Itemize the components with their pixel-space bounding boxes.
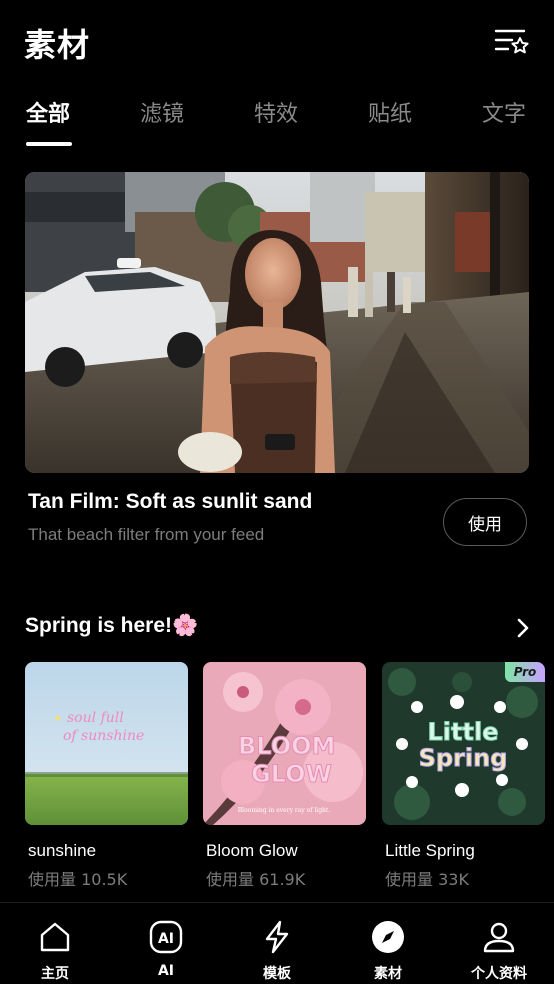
svg-text:AI: AI — [158, 931, 174, 947]
card-sunshine[interactable]: soul full of sunshine ✦ — [25, 662, 188, 825]
nav-label: 主页 — [41, 966, 69, 982]
tab-all[interactable]: 全部 — [26, 96, 70, 128]
card-thumbnail: Little Spring — [382, 662, 545, 825]
card-thumbnail: BLOOM GLOW Blooming in every ray of ligh… — [203, 662, 366, 825]
active-tab-indicator — [26, 142, 72, 146]
nav-label: 个人资料 — [471, 966, 527, 982]
card-art-caption: Blooming in every ray of light. — [238, 807, 331, 814]
card-name: Little Spring — [385, 841, 475, 860]
nav-templates[interactable]: 模板 — [222, 903, 332, 984]
list-star-icon — [494, 29, 529, 54]
card-art-text-1: soul full — [67, 710, 124, 726]
card-art-text-2: of sunshine — [63, 728, 144, 744]
featured-title: Tan Film: Soft as sunlit sand — [28, 490, 313, 513]
nav-home[interactable]: 主页 — [0, 903, 110, 984]
bottom-nav: 主页 AI AI 模板 素材 个人资料 — [0, 903, 554, 984]
lightning-icon — [265, 920, 289, 954]
card-art-text-1: Little — [428, 718, 499, 746]
card-name: sunshine — [28, 841, 97, 860]
chevron-right-icon — [517, 618, 529, 638]
card-art-text-2: GLOW — [251, 760, 332, 788]
section-more-button[interactable] — [512, 617, 534, 639]
nav-label: AI — [157, 963, 175, 979]
use-button[interactable]: 使用 — [443, 498, 527, 546]
card-usage: 使用量 10.5K — [28, 870, 128, 889]
nav-materials[interactable]: 素材 — [333, 903, 443, 984]
nav-profile[interactable]: 个人资料 — [444, 903, 554, 984]
card-art-text-1: BLOOM — [238, 732, 335, 760]
card-usage: 使用量 33K — [385, 870, 469, 889]
favorites-list-button[interactable] — [494, 26, 530, 58]
svg-text:✦: ✦ — [53, 712, 62, 725]
card-thumbnail: soul full of sunshine ✦ — [25, 662, 188, 825]
nav-label: 模板 — [263, 966, 291, 982]
card-little-spring[interactable]: Little Spring Pro — [382, 662, 545, 825]
nav-label: 素材 — [374, 966, 402, 982]
ai-icon: AI — [149, 920, 183, 954]
card-bloom-glow[interactable]: BLOOM GLOW Blooming in every ray of ligh… — [203, 662, 366, 825]
compass-icon — [372, 921, 404, 953]
category-tabs: 全部 滤镜 特效 贴纸 文字 — [0, 96, 554, 150]
home-icon — [40, 922, 70, 952]
card-art-text-2: Spring — [419, 744, 508, 772]
featured-photo — [25, 172, 529, 473]
featured-subtitle: That beach filter from your feed — [28, 525, 265, 544]
tab-effects[interactable]: 特效 — [254, 96, 298, 128]
page-title: 素材 — [24, 26, 91, 64]
pro-badge: Pro — [505, 662, 545, 682]
section-title: Spring is here!🌸 — [25, 614, 199, 637]
tab-filters[interactable]: 滤镜 — [140, 96, 184, 128]
nav-ai[interactable]: AI AI — [111, 903, 221, 984]
featured-image[interactable] — [25, 172, 529, 473]
profile-icon — [483, 922, 515, 953]
card-usage: 使用量 61.9K — [206, 870, 306, 889]
tab-stickers[interactable]: 贴纸 — [368, 96, 412, 128]
tab-text[interactable]: 文字 — [482, 96, 526, 128]
card-name: Bloom Glow — [206, 841, 298, 860]
